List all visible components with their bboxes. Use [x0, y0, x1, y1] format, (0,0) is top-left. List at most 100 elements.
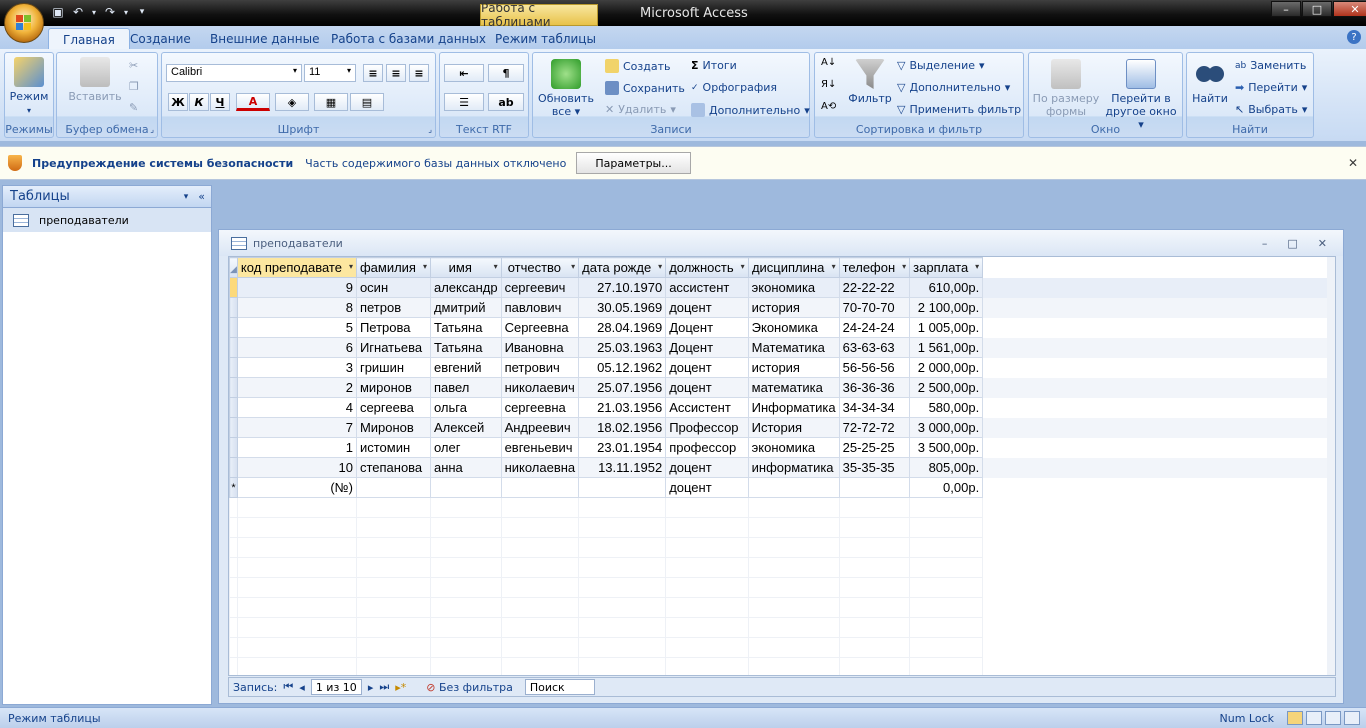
table-cell[interactable]: 3 — [236, 357, 357, 378]
column-header[interactable]: телефон ▾ — [838, 257, 911, 278]
row-selector[interactable] — [229, 457, 238, 478]
replace-button[interactable]: ab Заменить — [1235, 59, 1306, 72]
italic-button[interactable]: К — [189, 93, 209, 111]
table-cell[interactable]: 24-24-24 — [838, 317, 911, 338]
table-cell[interactable]: Информатика — [747, 397, 840, 418]
table-row[interactable]: 1 истомин олег евгеньевич 23.01.1954 профессо… — [229, 437, 1335, 458]
minimize-button[interactable]: – — [1271, 1, 1301, 17]
column-dropdown-icon[interactable]: ▾ — [349, 262, 353, 271]
table-cell[interactable]: Экономика — [747, 317, 840, 338]
paste-button[interactable]: Вставить — [65, 57, 125, 103]
table-cell[interactable] — [578, 477, 667, 498]
redo-icon[interactable]: ↷ — [102, 4, 118, 20]
dialog-launcher-icon[interactable]: ⌟ — [428, 125, 432, 134]
new-record-row[interactable]: * (№) доцент 0,00р. — [229, 477, 1335, 498]
customize-qat-icon[interactable]: ▾ — [134, 4, 150, 20]
table-cell[interactable]: Ассистент — [665, 397, 749, 418]
row-selector[interactable] — [229, 377, 238, 398]
column-dropdown-icon[interactable]: ▾ — [741, 262, 745, 271]
nav-pane-dropdown-icon[interactable]: ▾ — [184, 192, 189, 202]
column-header[interactable]: фамилия ▾ — [355, 257, 431, 278]
table-cell[interactable]: Алексей — [429, 417, 502, 438]
column-dropdown-icon[interactable]: ▾ — [571, 262, 575, 271]
table-cell[interactable]: 610,00р. — [909, 277, 984, 298]
table-cell[interactable]: александр — [429, 277, 502, 298]
table-cell[interactable]: 25.07.1956 — [578, 377, 667, 398]
column-header[interactable]: дисциплина ▾ — [747, 257, 840, 278]
table-cell[interactable]: 7 — [236, 417, 357, 438]
table-cell[interactable]: математика — [747, 377, 840, 398]
table-cell[interactable]: Сергеевна — [500, 317, 580, 338]
table-cell[interactable]: 27.10.1970 — [578, 277, 667, 298]
align-right-button[interactable]: ≡ — [409, 64, 429, 82]
bullets-button[interactable]: ☰ — [444, 93, 484, 111]
underline-button[interactable]: Ч — [210, 93, 230, 111]
font-color-button[interactable]: A — [236, 93, 270, 111]
table-row[interactable]: 10 степанова анна николаевна 13.11.1952 доцен… — [229, 457, 1335, 478]
table-cell[interactable]: 05.12.1962 — [578, 357, 667, 378]
table-cell[interactable]: история — [747, 357, 840, 378]
table-cell[interactable]: дмитрий — [429, 297, 502, 318]
table-cell[interactable]: 28.04.1969 — [578, 317, 667, 338]
table-cell[interactable]: 10 — [236, 457, 357, 478]
table-cell[interactable]: 1 005,00р. — [909, 317, 984, 338]
table-cell[interactable]: 2 100,00р. — [909, 297, 984, 318]
options-button[interactable]: Параметры... — [576, 152, 691, 174]
gridlines-button[interactable]: ▦ — [314, 93, 348, 111]
table-cell[interactable]: гришин — [355, 357, 431, 378]
column-header[interactable]: дата рожде ▾ — [578, 257, 667, 278]
help-icon[interactable]: ? — [1347, 30, 1361, 44]
select-all-corner[interactable]: ◢ — [229, 257, 238, 278]
table-cell[interactable]: 8 — [236, 297, 357, 318]
table-cell[interactable]: сергеева — [355, 397, 431, 418]
font-size-combo[interactable]: 11 ▾ — [304, 64, 356, 82]
indent-decrease-button[interactable]: ⇤ — [444, 64, 484, 82]
doc-minimize-icon[interactable]: – — [1262, 237, 1268, 250]
table-cell[interactable]: 34-34-34 — [838, 397, 911, 418]
table-cell[interactable]: Петрова — [355, 317, 431, 338]
tab-external-data[interactable]: Внешние данные — [196, 28, 333, 50]
pivotchart-view-icon[interactable] — [1325, 711, 1341, 725]
table-cell[interactable]: (№) — [236, 477, 357, 498]
row-selector[interactable] — [229, 317, 238, 338]
maximize-button[interactable]: □ — [1302, 1, 1332, 17]
table-cell[interactable]: информатика — [747, 457, 840, 478]
close-button[interactable]: ✕ — [1333, 1, 1366, 17]
table-cell[interactable]: 35-35-35 — [838, 457, 911, 478]
row-selector[interactable] — [229, 297, 238, 318]
spelling-button[interactable]: ✓ Орфография — [691, 81, 777, 94]
table-cell[interactable] — [747, 477, 840, 498]
table-cell[interactable]: 9 — [236, 277, 357, 298]
pivottable-view-icon[interactable] — [1306, 711, 1322, 725]
more-records-button[interactable]: Дополнительно ▾ — [691, 103, 810, 117]
doc-close-icon[interactable]: ✕ — [1318, 237, 1327, 250]
row-selector[interactable] — [229, 437, 238, 458]
last-record-icon[interactable]: ⏭ — [379, 680, 389, 694]
fill-color-button[interactable]: ◈ — [275, 93, 309, 111]
clear-sort-icon[interactable]: A⟲ — [821, 101, 836, 112]
table-cell[interactable]: ольга — [429, 397, 502, 418]
table-cell[interactable]: 0,00р. — [909, 477, 984, 498]
table-cell[interactable]: 72-72-72 — [838, 417, 911, 438]
save-record-button[interactable]: Сохранить — [605, 81, 685, 95]
copy-icon[interactable]: ❐ — [129, 80, 139, 93]
table-cell[interactable]: 13.11.1952 — [578, 457, 667, 478]
table-cell[interactable]: Математика — [747, 337, 840, 358]
new-record-button[interactable]: Создать — [605, 59, 671, 73]
table-row[interactable]: 9 осин александр сергеевич 27.10.1970 ассисте… — [229, 277, 1335, 298]
table-cell[interactable]: 23.01.1954 — [578, 437, 667, 458]
table-cell[interactable]: 2 500,00р. — [909, 377, 984, 398]
bold-button[interactable]: Ж — [168, 93, 188, 111]
table-cell[interactable]: Ивановна — [500, 337, 580, 358]
table-cell[interactable]: Доцент — [665, 317, 749, 338]
table-cell[interactable] — [500, 477, 580, 498]
table-row[interactable]: 8 петров дмитрий павлович 30.05.1969 доцент ис… — [229, 297, 1335, 318]
column-dropdown-icon[interactable]: ▾ — [494, 262, 498, 271]
column-header[interactable]: имя ▾ — [429, 257, 502, 278]
table-cell[interactable]: 1 561,00р. — [909, 337, 984, 358]
size-to-fit-button[interactable]: По размеру формы — [1031, 59, 1101, 118]
table-cell[interactable]: 70-70-70 — [838, 297, 911, 318]
table-cell[interactable]: экономика — [747, 277, 840, 298]
column-header[interactable]: зарплата ▾ — [909, 257, 984, 278]
table-cell[interactable]: петров — [355, 297, 431, 318]
